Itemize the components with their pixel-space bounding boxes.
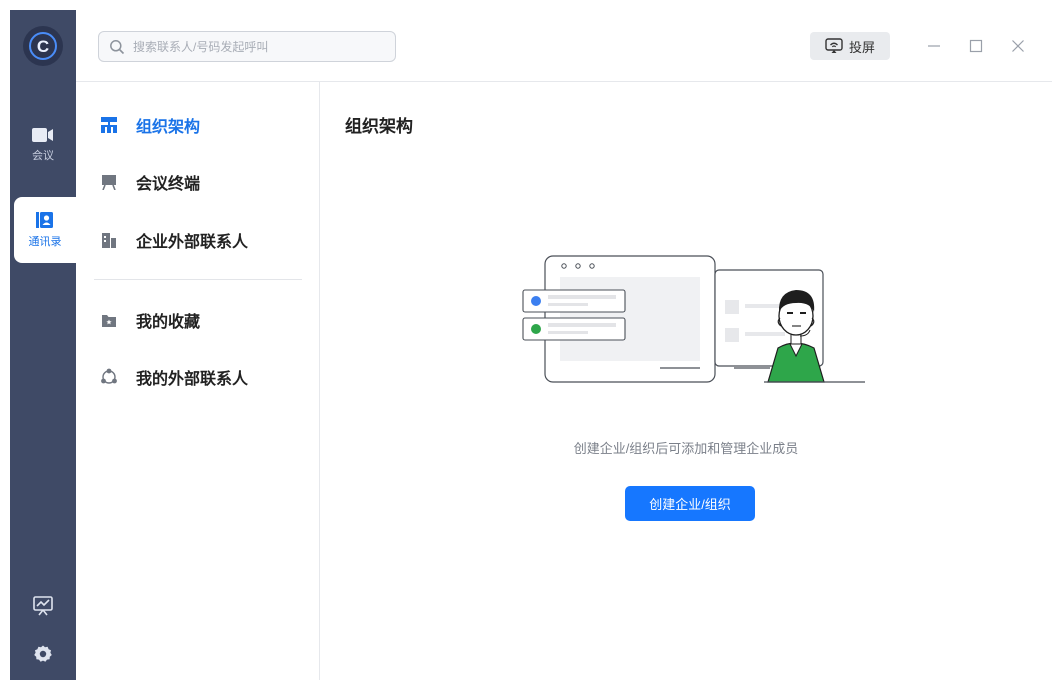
nav-item-label: 企业外部联系人 bbox=[136, 234, 249, 251]
search-box[interactable] bbox=[98, 31, 396, 62]
contacts-nav: 组织架构 会议终端 企业外部联系人 我的收藏 我的外部联系人 bbox=[76, 82, 320, 680]
screen-cast-icon bbox=[825, 38, 843, 53]
video-camera-icon bbox=[32, 128, 53, 142]
empty-state-illustration bbox=[522, 255, 865, 383]
nav-item-meeting-terminals[interactable]: 会议终端 bbox=[76, 162, 320, 202]
maximize-icon[interactable] bbox=[964, 34, 988, 58]
page-title: 组织架构 bbox=[345, 117, 413, 136]
close-icon[interactable] bbox=[1006, 34, 1030, 58]
create-organization-button[interactable]: 创建企业/组织 bbox=[625, 486, 755, 521]
nav-item-label: 我的外部联系人 bbox=[136, 371, 249, 388]
star-folder-icon bbox=[100, 311, 118, 329]
nav-item-label: 会议终端 bbox=[136, 176, 201, 193]
nav-item-favorites[interactable]: 我的收藏 bbox=[76, 300, 320, 340]
nav-item-label: 我的收藏 bbox=[136, 314, 201, 331]
search-icon bbox=[110, 39, 125, 54]
title-bar: 投屏 bbox=[76, 10, 1052, 82]
cast-button-label: 投屏 bbox=[848, 39, 875, 55]
logo-icon: C bbox=[29, 32, 57, 60]
people-network-icon bbox=[100, 368, 118, 386]
whiteboard-icon[interactable] bbox=[32, 595, 54, 617]
nav-item-my-external-contacts[interactable]: 我的外部联系人 bbox=[76, 357, 320, 397]
main-panel: 组织架构 创建企业/组织后可添加和管理企业成员 创建企业/组织 bbox=[320, 82, 1052, 680]
empty-state-text: 创建企业/组织后可添加和管理企业成员 bbox=[573, 441, 799, 456]
rail-item-label: 会议 bbox=[32, 150, 54, 162]
rail-item-meeting[interactable]: 会议 bbox=[10, 112, 76, 178]
building-icon bbox=[100, 231, 118, 249]
svg-text:C: C bbox=[37, 37, 49, 56]
cast-screen-button[interactable]: 投屏 bbox=[810, 32, 890, 60]
app-logo: C bbox=[23, 26, 63, 66]
rail-item-contacts[interactable]: 通讯录 bbox=[14, 197, 76, 263]
search-input[interactable] bbox=[133, 39, 373, 54]
contacts-book-icon bbox=[36, 212, 53, 228]
gear-icon[interactable] bbox=[32, 643, 54, 665]
easel-icon bbox=[100, 173, 118, 191]
org-chart-icon bbox=[100, 116, 118, 134]
left-rail: C 会议 通讯录 bbox=[10, 10, 76, 680]
nav-divider bbox=[94, 279, 302, 280]
rail-item-label: 通讯录 bbox=[28, 236, 62, 248]
nav-item-external-org-contacts[interactable]: 企业外部联系人 bbox=[76, 220, 320, 260]
nav-item-org-structure[interactable]: 组织架构 bbox=[76, 105, 320, 145]
nav-item-label: 组织架构 bbox=[136, 119, 201, 136]
minimize-icon[interactable] bbox=[922, 34, 946, 58]
